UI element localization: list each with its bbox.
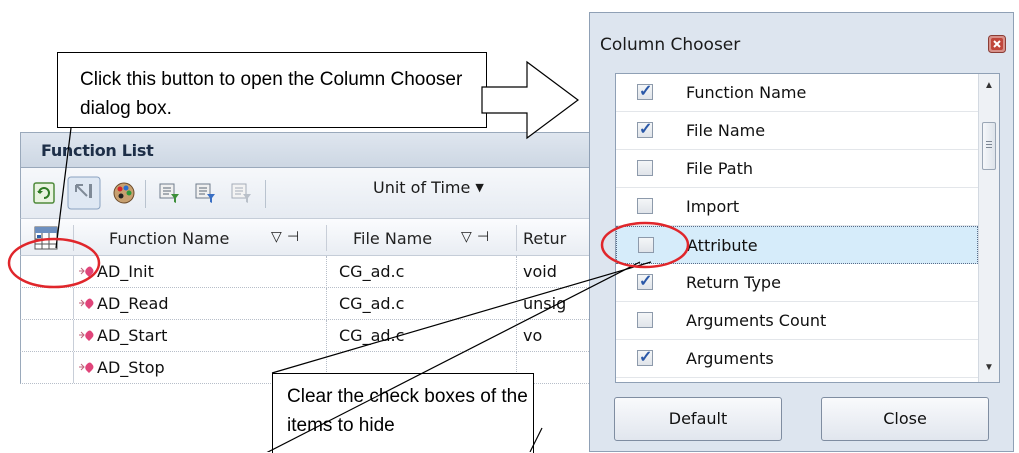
column-item-label: File Name — [686, 121, 766, 140]
unit-of-time-dropdown[interactable]: Unit of Time ▼ — [373, 178, 484, 197]
filter-icon[interactable]: ▽ — [271, 229, 282, 245]
toolbar-separator — [265, 180, 266, 208]
scrollbar-thumb[interactable] — [982, 122, 996, 170]
function-icon — [79, 330, 94, 341]
return-type-cell: vo — [523, 326, 543, 345]
dropdown-arrow-icon: ▼ — [475, 181, 484, 194]
filter-icon[interactable]: ▽ — [461, 229, 472, 245]
table-row[interactable]: AD_Init CG_ad.c void — [20, 256, 595, 288]
vertical-scrollbar[interactable]: ▲ ▼ — [978, 74, 999, 382]
checkmark-icon: ✓ — [639, 349, 653, 366]
cell-divider — [326, 256, 328, 288]
checkbox[interactable] — [637, 312, 653, 328]
table-row[interactable]: AD_Read CG_ad.c unsig — [20, 288, 595, 320]
column-item-function-name[interactable]: ✓ Function Name — [616, 74, 978, 112]
column-item-label: Attribute — [687, 236, 758, 255]
default-button[interactable]: Default — [614, 397, 782, 441]
color-palette-icon[interactable] — [111, 180, 137, 206]
refresh-icon[interactable] — [31, 180, 57, 206]
column-item-label: Function Name — [686, 83, 807, 102]
row-gutter — [21, 320, 74, 351]
function-list-header: Function Name ▽ ⊣ File Name ▽ ⊣ Retur — [20, 218, 595, 256]
row-gutter — [21, 352, 74, 383]
function-list-title-bar: Function List — [20, 132, 595, 168]
scroll-down-icon[interactable]: ▼ — [984, 362, 994, 373]
callout-open-column-chooser: Click this button to open the Column Cho… — [57, 52, 487, 128]
column-item-label: Arguments — [686, 349, 774, 368]
file-name-cell: CG_ad.c — [339, 262, 405, 281]
column-chooser-dialog: Column Chooser ✓ Function Name ✓ File Na… — [589, 12, 1014, 452]
function-name-cell: AD_Start — [97, 326, 168, 345]
table-row[interactable]: AD_Start CG_ad.c vo — [20, 320, 595, 352]
column-list: ✓ Function Name ✓ File Name File Path Im… — [615, 73, 1000, 383]
function-icon — [79, 298, 94, 309]
function-name-cell: AD_Init — [97, 262, 154, 281]
column-chooser-title: Column Chooser — [600, 35, 741, 55]
file-name-cell: CG_ad.c — [339, 294, 405, 313]
checkmark-icon: ✓ — [639, 273, 653, 290]
column-item-arguments[interactable]: ✓ Arguments — [616, 340, 978, 378]
column-chooser-button[interactable] — [33, 225, 59, 251]
column-item-label: Import — [686, 197, 740, 216]
checkmark-icon: ✓ — [639, 83, 653, 100]
row-gutter — [21, 288, 74, 319]
close-icon[interactable] — [988, 35, 1006, 53]
column-item-file-path[interactable]: File Path — [616, 150, 978, 188]
pin-icon[interactable]: ⊣ — [287, 229, 299, 245]
function-list-title: Function List — [41, 141, 154, 160]
pin-icon[interactable]: ⊣ — [477, 229, 489, 245]
column-header-return-type[interactable]: Retur — [523, 229, 566, 248]
function-filter-disabled-icon[interactable] — [229, 180, 255, 206]
column-item-attribute[interactable]: Attribute — [616, 226, 978, 264]
header-divider — [516, 225, 517, 251]
cell-divider — [516, 320, 518, 352]
cell-divider — [326, 288, 328, 320]
function-icon — [79, 266, 94, 277]
file-name-cell: CG_ad.c — [339, 326, 405, 345]
cell-divider — [326, 320, 328, 352]
callout-clear-checkboxes: Clear the check boxes of the items to hi… — [272, 373, 534, 453]
toolbar-separator — [145, 180, 146, 208]
column-item-return-type[interactable]: ✓ Return Type — [616, 264, 978, 302]
function-icon — [79, 362, 94, 373]
column-header-file-name[interactable]: File Name — [353, 229, 432, 248]
column-item-import[interactable]: Import — [616, 188, 978, 226]
function-name-cell: AD_Stop — [97, 358, 165, 377]
function-name-cell: AD_Read — [97, 294, 169, 313]
callout-text: Click this button to open the Column Cho… — [80, 69, 463, 119]
callout-text: Clear the check boxes of the items to hi… — [287, 386, 528, 436]
arrow-to-dialog — [481, 60, 580, 140]
checkbox[interactable] — [637, 198, 653, 214]
column-item-label: Arguments Count — [686, 311, 827, 330]
column-item-label: Return Type — [686, 273, 781, 292]
return-type-cell: void — [523, 262, 557, 281]
checkbox[interactable] — [637, 160, 653, 176]
row-gutter — [21, 256, 74, 287]
column-header-function-name[interactable]: Function Name — [109, 229, 229, 248]
cell-divider — [516, 288, 518, 320]
unit-of-time-label: Unit of Time — [373, 178, 471, 197]
close-button[interactable]: Close — [821, 397, 989, 441]
checkmark-icon: ✓ — [639, 121, 653, 138]
scroll-up-icon[interactable]: ▲ — [984, 80, 994, 91]
column-item-arguments-count[interactable]: Arguments Count — [616, 302, 978, 340]
jump-icon[interactable] — [67, 176, 101, 210]
header-divider — [73, 225, 74, 251]
function-filter-alt-icon[interactable] — [193, 180, 219, 206]
function-filter-icon[interactable] — [157, 180, 183, 206]
function-list-toolbar: Unit of Time ▼ — [20, 168, 595, 218]
column-item-label: File Path — [686, 159, 754, 178]
return-type-cell: unsig — [523, 294, 567, 313]
cell-divider — [516, 256, 518, 288]
column-item-file-name[interactable]: ✓ File Name — [616, 112, 978, 150]
checkbox[interactable] — [638, 237, 654, 253]
header-divider — [326, 225, 327, 251]
